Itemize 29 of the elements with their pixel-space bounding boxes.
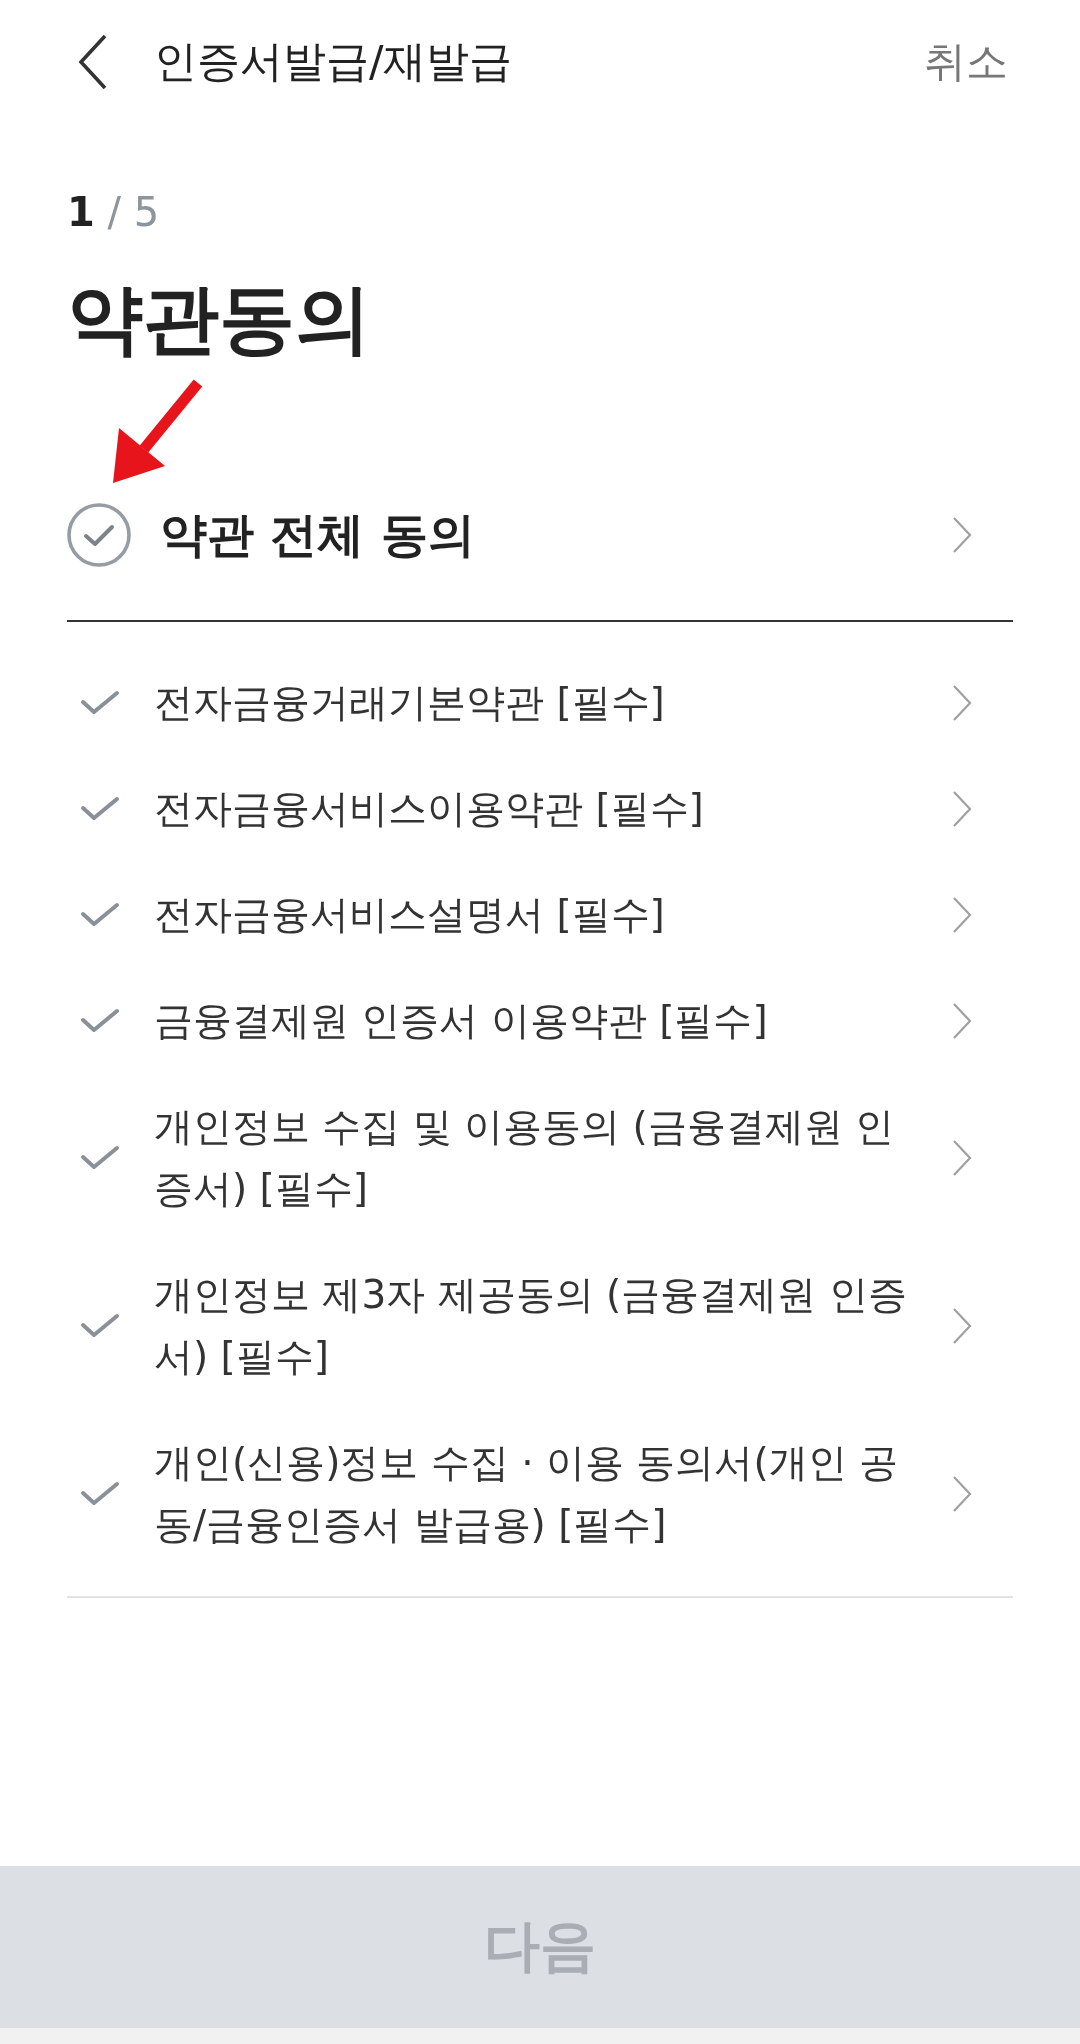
chevron-right-icon[interactable] — [952, 1307, 972, 1345]
screen-title: 인증서발급/재발급 — [154, 35, 514, 88]
chevron-right-icon[interactable] — [952, 1475, 972, 1513]
check-icon[interactable] — [80, 796, 120, 822]
terms-item-label: 금융결제원 인증서 이용약관 [필수] — [154, 997, 769, 1045]
check-icon[interactable] — [80, 1481, 120, 1507]
chevron-right-icon[interactable] — [952, 684, 972, 722]
check-icon[interactable] — [80, 690, 120, 716]
cancel-button[interactable]: 취소 — [924, 34, 1008, 90]
terms-item-label: 개인(신용)정보 수집 · 이용 동의서(개인 공동/금융인증서 발급용) [필수] — [154, 1439, 900, 1549]
agree-all-label: 약관 전체 동의 — [160, 505, 476, 564]
terms-item-label: 개인정보 제3자 제공동의 (금융결제원 인증서) [필수] — [154, 1271, 908, 1381]
chevron-right-icon[interactable] — [952, 516, 972, 554]
chevron-right-icon[interactable] — [952, 790, 972, 828]
chevron-right-icon[interactable] — [952, 1002, 972, 1040]
terms-item-label: 전자금융서비스이용약관 [필수] — [154, 785, 705, 833]
check-icon[interactable] — [80, 902, 120, 928]
page-heading: 약관동의 — [67, 274, 371, 364]
chevron-right-icon[interactable] — [952, 1139, 972, 1177]
check-icon[interactable] — [80, 1313, 120, 1339]
back-icon[interactable] — [78, 34, 108, 90]
chevron-right-icon[interactable] — [952, 896, 972, 934]
terms-item-label: 개인정보 수집 및 이용동의 (금융결제원 인증서) [필수] — [154, 1103, 896, 1213]
circle-check-icon[interactable] — [67, 503, 131, 567]
step-counter: 1 / 5 — [67, 188, 160, 236]
check-icon[interactable] — [80, 1008, 120, 1034]
terms-item-label: 전자금융거래기본약관 [필수] — [154, 679, 666, 727]
terms-item-label: 전자금융서비스설명서 [필수] — [154, 891, 666, 939]
check-icon[interactable] — [80, 1145, 120, 1171]
